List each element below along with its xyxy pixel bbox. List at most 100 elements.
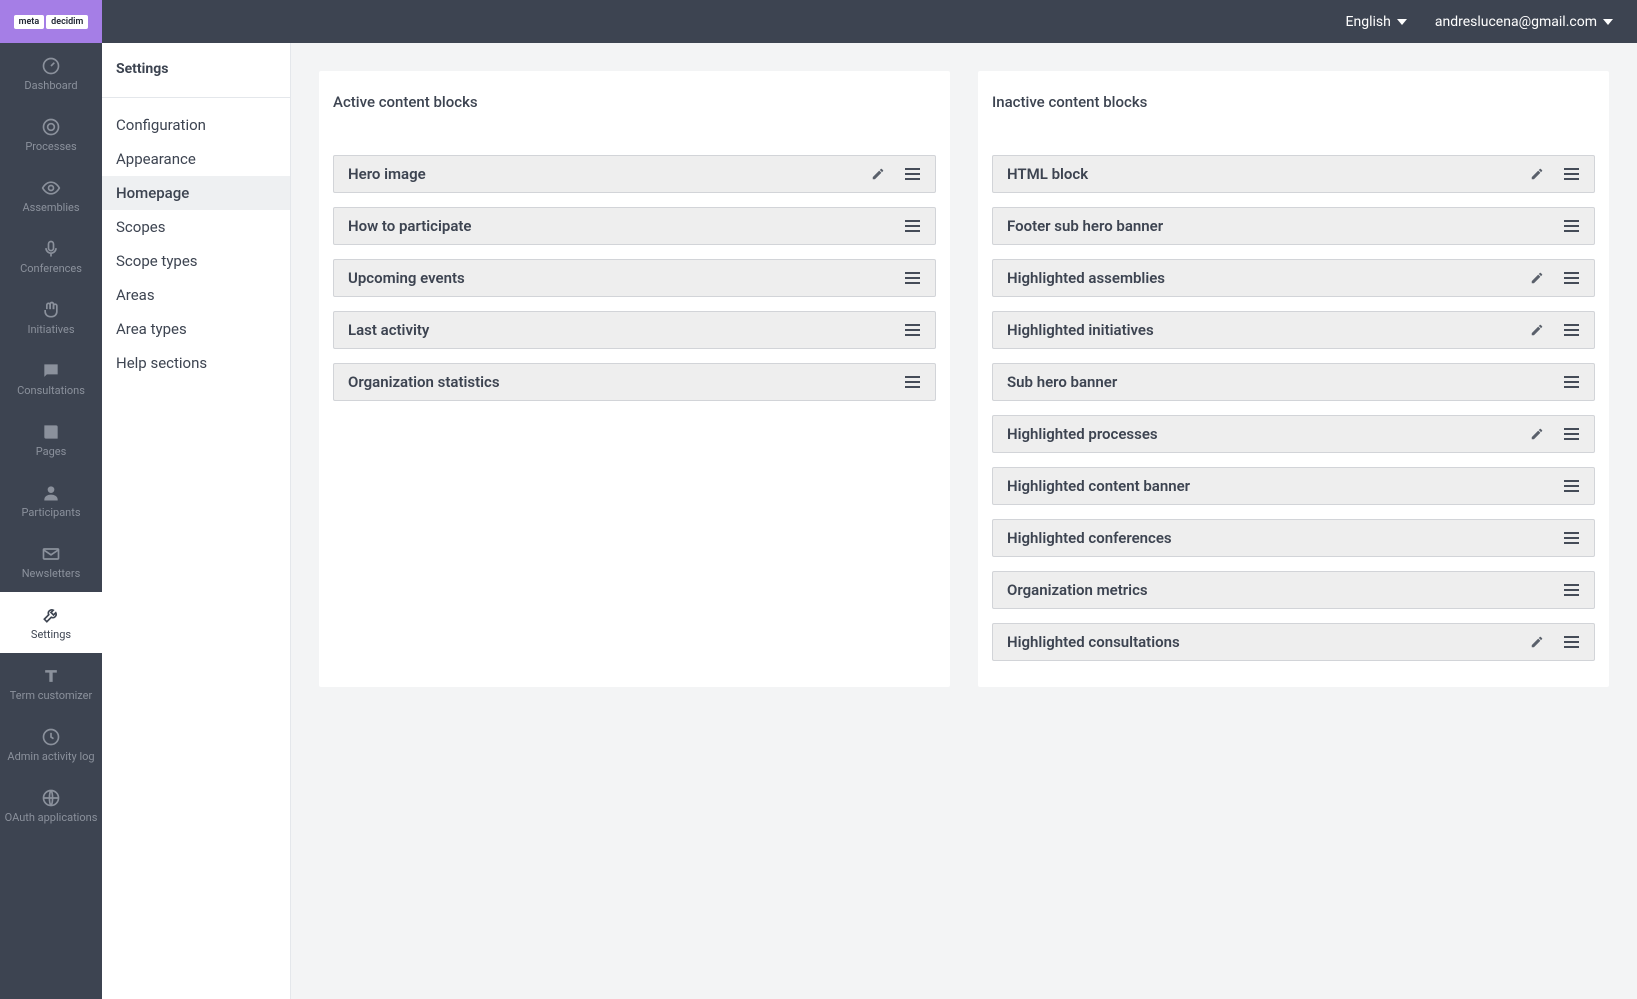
block-title: Highlighted assemblies [1007, 269, 1165, 287]
active-blocks-panel: Active content blocks Hero imageHow to p… [319, 71, 950, 687]
sidebar-item-label: Newsletters [22, 568, 81, 580]
wrench-icon [41, 605, 61, 625]
sidebar-item-oauth-applications[interactable]: OAuth applications [0, 775, 102, 836]
drag-handle-icon[interactable] [1562, 373, 1580, 391]
sidebar-item-consultations[interactable]: Consultations [0, 348, 102, 409]
sidebar-item-label: Consultations [17, 385, 85, 397]
content-block[interactable]: Highlighted content banner [992, 467, 1595, 505]
block-actions [1562, 217, 1580, 235]
block-title: Upcoming events [348, 269, 465, 287]
user-menu[interactable]: andreslucena@gmail.com [1435, 14, 1613, 30]
content-block[interactable]: Hero image [333, 155, 936, 193]
block-title: Footer sub hero banner [1007, 217, 1163, 235]
block-actions [1528, 321, 1580, 339]
sidebar-item-label: Term customizer [10, 690, 92, 702]
hands-icon [41, 300, 61, 320]
subsidebar-item-scopes[interactable]: Scopes [102, 210, 290, 244]
block-title: Organization metrics [1007, 581, 1148, 599]
drag-handle-icon[interactable] [903, 165, 921, 183]
sidebar-item-label: Assemblies [22, 202, 79, 214]
sidebar-item-term-customizer[interactable]: Term customizer [0, 653, 102, 714]
pencil-icon[interactable] [869, 165, 887, 183]
content-block[interactable]: Highlighted assemblies [992, 259, 1595, 297]
caret-down-icon [1603, 19, 1613, 25]
sidebar-item-conferences[interactable]: Conferences [0, 226, 102, 287]
content-block[interactable]: Organization statistics [333, 363, 936, 401]
drag-handle-icon[interactable] [1562, 633, 1580, 651]
drag-handle-icon[interactable] [903, 321, 921, 339]
drag-handle-icon[interactable] [1562, 425, 1580, 443]
subsidebar-item-area-types[interactable]: Area types [102, 312, 290, 346]
sidebar-item-label: Admin activity log [7, 751, 94, 763]
logo-area[interactable]: meta decidim [0, 0, 102, 43]
drag-handle-icon[interactable] [903, 373, 921, 391]
pencil-icon[interactable] [1528, 165, 1546, 183]
settings-subsidebar: Settings ConfigurationAppearanceHomepage… [102, 43, 291, 999]
drag-handle-icon[interactable] [1562, 529, 1580, 547]
subsidebar-item-areas[interactable]: Areas [102, 278, 290, 312]
sidebar-item-processes[interactable]: Processes [0, 104, 102, 165]
gauge-icon [41, 56, 61, 76]
pencil-icon[interactable] [1528, 633, 1546, 651]
sidebar-item-admin-activity-log[interactable]: Admin activity log [0, 714, 102, 775]
content-area: Active content blocks Hero imageHow to p… [291, 43, 1637, 999]
subsidebar-item-appearance[interactable]: Appearance [102, 142, 290, 176]
drag-handle-icon[interactable] [1562, 321, 1580, 339]
drag-handle-icon[interactable] [903, 269, 921, 287]
sidebar-item-dashboard[interactable]: Dashboard [0, 43, 102, 104]
content-block[interactable]: Organization metrics [992, 571, 1595, 609]
logo-part2: decidim [46, 15, 88, 29]
content-block[interactable]: Footer sub hero banner [992, 207, 1595, 245]
content-block[interactable]: Last activity [333, 311, 936, 349]
content-block[interactable]: Highlighted consultations [992, 623, 1595, 661]
block-actions [1528, 165, 1580, 183]
sidebar-item-newsletters[interactable]: Newsletters [0, 531, 102, 592]
user-email: andreslucena@gmail.com [1435, 14, 1597, 30]
language-switcher[interactable]: English [1346, 14, 1407, 30]
content-block[interactable]: Highlighted conferences [992, 519, 1595, 557]
pencil-icon[interactable] [1528, 425, 1546, 443]
block-actions [869, 165, 921, 183]
pencil-icon[interactable] [1528, 321, 1546, 339]
drag-handle-icon[interactable] [1562, 217, 1580, 235]
drag-handle-icon[interactable] [1562, 269, 1580, 287]
subsidebar-item-scope-types[interactable]: Scope types [102, 244, 290, 278]
sidebar-item-settings[interactable]: Settings [0, 592, 102, 653]
drag-handle-icon[interactable] [903, 217, 921, 235]
block-title: How to participate [348, 217, 472, 235]
block-title: Highlighted consultations [1007, 633, 1180, 651]
block-title: Last activity [348, 321, 429, 339]
sidebar-item-label: Dashboard [24, 80, 77, 92]
block-actions [903, 373, 921, 391]
content-block[interactable]: How to participate [333, 207, 936, 245]
subsidebar-item-homepage[interactable]: Homepage [102, 176, 290, 210]
content-block[interactable]: HTML block [992, 155, 1595, 193]
logo: meta decidim [14, 15, 89, 29]
content-block[interactable]: Sub hero banner [992, 363, 1595, 401]
inactive-blocks-panel: Inactive content blocks HTML block Footer… [978, 71, 1609, 687]
clock-icon [41, 727, 61, 747]
content-block[interactable]: Upcoming events [333, 259, 936, 297]
sidebar-item-initiatives[interactable]: Initiatives [0, 287, 102, 348]
subsidebar-item-configuration[interactable]: Configuration [102, 108, 290, 142]
sidebar-item-participants[interactable]: Participants [0, 470, 102, 531]
sidebar-item-pages[interactable]: Pages [0, 409, 102, 470]
block-actions [1528, 633, 1580, 651]
text-icon [41, 666, 61, 686]
language-label: English [1346, 14, 1391, 30]
subsidebar-item-help-sections[interactable]: Help sections [102, 346, 290, 380]
pencil-icon[interactable] [1528, 269, 1546, 287]
drag-handle-icon[interactable] [1562, 581, 1580, 599]
person-icon [41, 483, 61, 503]
envelope-icon [41, 544, 61, 564]
content-block[interactable]: Highlighted processes [992, 415, 1595, 453]
block-actions [1562, 529, 1580, 547]
panel-title-inactive: Inactive content blocks [992, 93, 1595, 111]
sidebar-item-label: Processes [25, 141, 76, 153]
drag-handle-icon[interactable] [1562, 165, 1580, 183]
caret-down-icon [1397, 19, 1407, 25]
sidebar-item-assemblies[interactable]: Assemblies [0, 165, 102, 226]
block-title: Highlighted content banner [1007, 477, 1190, 495]
content-block[interactable]: Highlighted initiatives [992, 311, 1595, 349]
drag-handle-icon[interactable] [1562, 477, 1580, 495]
